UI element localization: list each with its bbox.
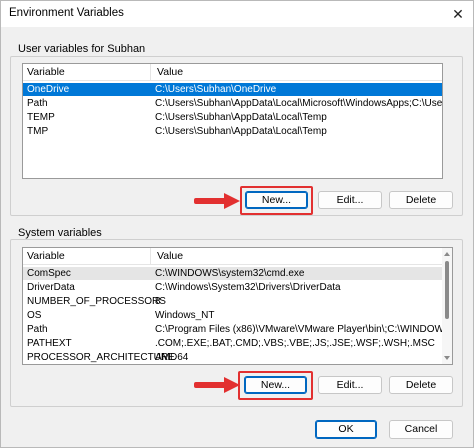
title-bar: Environment Variables ✕ [1, 1, 473, 27]
table-row[interactable]: PROCESSOR_ARCHITECTURE AMD64 [23, 351, 442, 364]
scroll-thumb[interactable] [445, 261, 449, 319]
table-row[interactable]: Path C:\Program Files (x86)\VMware\VMwar… [23, 323, 452, 336]
cancel-button[interactable]: Cancel [389, 420, 453, 439]
column-header-value[interactable]: Value [153, 64, 183, 81]
arrow-right-icon [194, 193, 240, 209]
table-row[interactable]: Path C:\Users\Subhan\AppData\Local\Micro… [23, 97, 442, 110]
value-cell: C:\Users\Subhan\OneDrive [155, 84, 277, 95]
user-new-button[interactable]: New... [245, 191, 308, 209]
value-cell: 8 [155, 296, 161, 307]
system-delete-button[interactable]: Delete [389, 376, 453, 394]
value-cell: C:\Users\Subhan\AppData\Local\Microsoft\… [155, 98, 443, 109]
vertical-scrollbar[interactable] [442, 248, 452, 364]
window-title: Environment Variables [9, 7, 124, 19]
value-cell: C:\WINDOWS\system32\cmd.exe [155, 268, 305, 279]
variable-cell: OneDrive [27, 84, 70, 95]
list-header: Variable Value [23, 64, 442, 81]
user-edit-button[interactable]: Edit... [318, 191, 382, 209]
user-variables-label: User variables for Subhan [18, 43, 146, 55]
column-header-value[interactable]: Value [153, 248, 183, 265]
variable-cell: PATHEXT [27, 338, 72, 349]
variable-cell: OS [27, 310, 42, 321]
user-variables-list[interactable]: Variable Value OneDrive C:\Users\Subhan\… [22, 63, 443, 179]
variable-cell: NUMBER_OF_PROCESSORS [27, 296, 166, 307]
system-edit-button[interactable]: Edit... [318, 376, 382, 394]
scroll-up-icon[interactable] [444, 252, 450, 256]
ok-button[interactable]: OK [315, 420, 377, 439]
column-header-variable[interactable]: Variable [23, 248, 65, 265]
list-header: Variable Value [23, 248, 452, 265]
column-separator[interactable] [150, 248, 151, 265]
value-cell: .COM;.EXE;.BAT;.CMD;.VBS;.VBE;.JS;.JSE;.… [155, 338, 435, 349]
environment-variables-dialog: Environment Variables ✕ User variables f… [0, 0, 474, 448]
value-cell: AMD64 [155, 352, 189, 363]
arrow-right-icon [194, 377, 240, 393]
value-cell: C:\Program Files (x86)\VMware\VMware Pla… [155, 324, 453, 335]
system-variables-label: System variables [18, 227, 102, 239]
system-new-button[interactable]: New... [244, 376, 307, 394]
table-row[interactable]: OneDrive C:\Users\Subhan\OneDrive [23, 83, 442, 96]
value-cell: C:\Users\Subhan\AppData\Local\Temp [155, 112, 327, 123]
table-row[interactable]: TEMP C:\Users\Subhan\AppData\Local\Temp [23, 111, 442, 124]
variable-cell: TMP [27, 126, 49, 137]
user-delete-button[interactable]: Delete [389, 191, 453, 209]
variable-cell: ComSpec [27, 268, 71, 279]
variable-cell: PROCESSOR_ARCHITECTURE [27, 352, 175, 363]
variable-cell: Path [27, 324, 48, 335]
column-separator[interactable] [150, 64, 151, 81]
table-row[interactable]: OS Windows_NT [23, 309, 442, 322]
value-cell: C:\Windows\System32\Drivers\DriverData [155, 282, 341, 293]
variable-cell: DriverData [27, 282, 75, 293]
table-row[interactable]: PATHEXT .COM;.EXE;.BAT;.CMD;.VBS;.VBE;.J… [23, 337, 442, 350]
scroll-down-icon[interactable] [444, 356, 450, 360]
table-row[interactable]: ComSpec C:\WINDOWS\system32\cmd.exe [23, 267, 442, 280]
system-variables-list[interactable]: Variable Value ComSpec C:\WINDOWS\system… [22, 247, 453, 365]
value-cell: Windows_NT [155, 310, 215, 321]
table-row[interactable]: DriverData C:\Windows\System32\Drivers\D… [23, 281, 442, 294]
close-icon[interactable]: ✕ [447, 4, 469, 24]
variable-cell: Path [27, 98, 48, 109]
variable-cell: TEMP [27, 112, 55, 123]
table-row[interactable]: NUMBER_OF_PROCESSORS 8 [23, 295, 442, 308]
table-row[interactable]: TMP C:\Users\Subhan\AppData\Local\Temp [23, 125, 442, 138]
value-cell: C:\Users\Subhan\AppData\Local\Temp [155, 126, 327, 137]
column-header-variable[interactable]: Variable [23, 64, 65, 81]
